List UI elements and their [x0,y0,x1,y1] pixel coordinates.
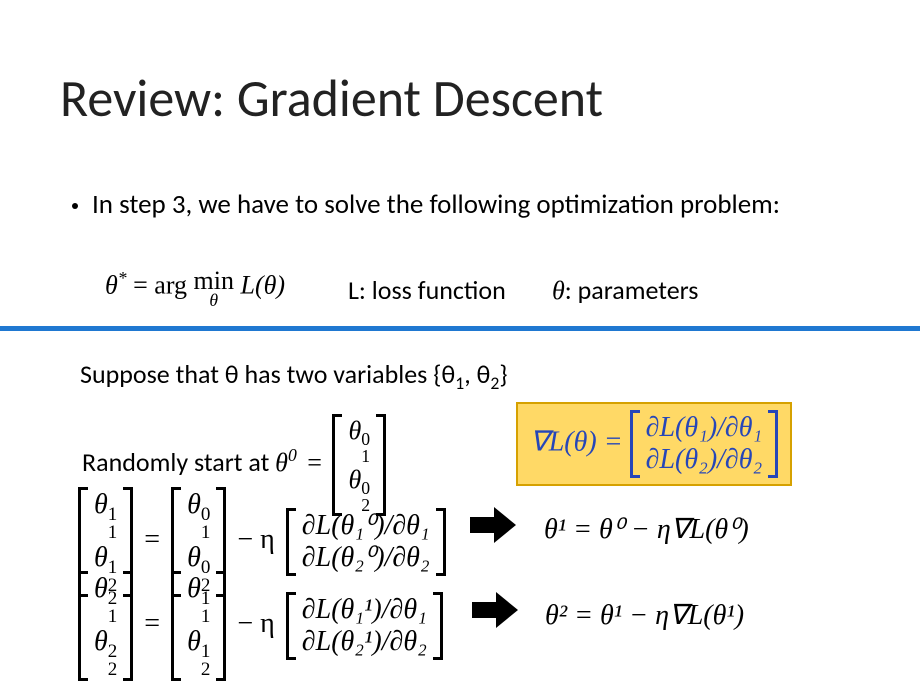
equals-symbol: = [140,608,171,639]
theta-sub-2: 2 [490,372,499,394]
suppose-text: Suppose that θ has two variables {θ1, θ2… [80,358,508,394]
sup: 1 [201,643,211,661]
grad-row-2: ∂L(θ₂)/∂θ₂ [646,444,763,476]
left-bracket-icon [78,571,90,681]
suppose-end: } [499,358,507,390]
suppose-mid: , θ [464,358,490,390]
star-superscript: * [118,268,127,288]
min-over-theta: minθ [194,268,234,310]
theta-sub-1: 1 [455,372,464,394]
grad-lhs: ∇L(θ) = [530,427,630,458]
gradient-at-theta0: ∂L(θ₁⁰)/∂θ₁ ∂L(θ₂⁰)/∂θ₂ [286,508,446,576]
theta-symbol: θ [187,542,201,573]
right-bracket-icon [766,410,778,478]
theta-symbol: θ [348,416,361,445]
right-bracket-icon [431,592,443,660]
theta-symbol: θ [552,276,565,305]
sup: 2 [108,643,118,661]
sub: 1 [108,608,118,626]
minus-eta: − η [233,608,285,639]
sub: 1 [201,524,211,542]
slide: Review: Gradient Descent In step 3, we h… [0,0,920,690]
gradient-vector: ∂L(θ₁)/∂θ₁ ∂L(θ₂)/∂θ₂ [630,410,779,478]
partial-row-2: ∂L(θ₂⁰)/∂θ₂ [302,542,430,574]
right-bracket-icon [214,571,226,681]
partial-row-1: ∂L(θ₁⁰)/∂θ₁ [302,510,430,542]
suppose-prefix: Suppose that θ has two variables {θ [80,358,455,390]
theta1-vector: θ11 θ12 [171,571,226,681]
equation-argmin: θ* = arg minθ L(θ) [105,268,285,310]
update-step-2-expanded: θ21 θ22 = θ11 θ12 − η ∂L(θ₁¹)/∂θ₁ ∂L(θ₂¹… [78,571,443,681]
update-step-2-compact: θ² = θ¹ − η∇L(θ¹) [545,598,744,632]
legend-params-text: : parameters [565,274,699,306]
theta-symbol: θ [187,489,201,520]
left-bracket-icon [286,592,298,660]
theta-symbol: θ [94,542,108,573]
partial-row-1: ∂L(θ₁¹)/∂θ₁ [302,594,427,626]
sub: 1 [108,524,118,542]
theta-symbol: θ [94,626,108,657]
arrow-right-icon [470,505,518,545]
grad-row-1: ∂L(θ₁)/∂θ₁ [646,412,763,444]
update-step-1-compact: θ¹ = θ⁰ − η∇L(θ⁰) [544,512,749,546]
right-bracket-icon [434,508,446,576]
sub: 2 [201,661,211,679]
left-bracket-icon [171,571,183,681]
sub: 2 [108,661,118,679]
eq-arg-text: = arg [133,271,193,300]
divider-line [0,326,920,331]
bullet-item: In step 3, we have to solve the followin… [72,189,850,221]
theta-symbol: θ [187,626,201,657]
theta-symbol: θ [275,448,288,477]
sup-0: 0 [288,445,297,465]
legend-loss: L: loss function [348,274,506,306]
bullet-dot-icon [72,203,78,209]
theta-symbol: θ [187,573,201,604]
minus-eta: − η [233,524,285,555]
right-bracket-icon [121,571,133,681]
gradient-definition-box: ∇L(θ) = ∂L(θ₁)/∂θ₁ ∂L(θ₂)/∂θ₂ [516,402,792,486]
theta-symbol: θ [94,573,108,604]
theta2-vector: θ21 θ22 [78,571,133,681]
sub: 1 [361,448,370,465]
random-start-text: Randomly start at [82,446,275,478]
left-bracket-icon [286,508,298,576]
partial-row-2: ∂L(θ₂¹)/∂θ₂ [302,626,427,658]
equals-symbol: = [303,448,332,477]
gradient-at-theta1: ∂L(θ₁¹)/∂θ₁ ∂L(θ₂¹)/∂θ₂ [286,592,443,660]
theta-symbol: θ [105,271,118,300]
bullet-text: In step 3, we have to solve the followin… [92,189,780,221]
legend-theta: θ: parameters [552,274,698,306]
sub: 1 [201,608,211,626]
left-bracket-icon [630,410,642,478]
loss-of-theta: L(θ) [234,271,285,300]
slide-title: Review: Gradient Descent [60,66,603,130]
theta-symbol: θ [94,489,108,520]
arrow-right-icon [472,590,520,630]
equals-symbol: = [140,524,171,555]
